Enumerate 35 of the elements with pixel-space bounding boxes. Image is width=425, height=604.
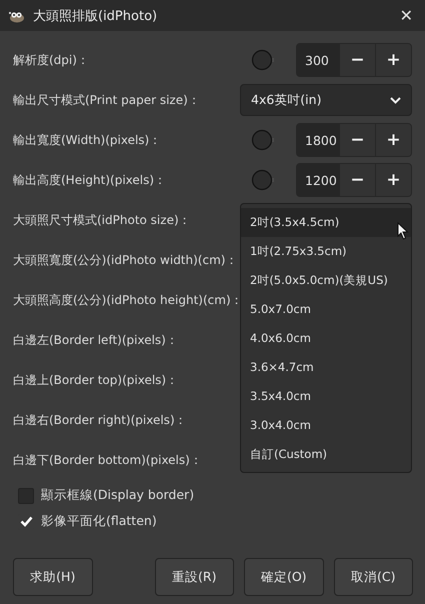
menu-item[interactable]: 2吋(5.0x5.0cm)(美規US): [241, 266, 411, 295]
checkbox[interactable]: [18, 488, 34, 504]
field-label: 白邊右(Border right)(pixels)：: [13, 412, 187, 428]
link-toggle-icon[interactable]: [251, 169, 275, 191]
dialog-button[interactable]: 重設(R): [154, 558, 234, 596]
paper-size-dropdown[interactable]: 4x6英吋(in): [240, 84, 412, 116]
menu-item[interactable]: 自訂(Custom): [241, 440, 411, 469]
field-label: 大頭照尺寸模式(idPhoto size)：: [13, 212, 191, 228]
checkbox-label: 影像平面化(flatten): [41, 513, 157, 530]
menu-item[interactable]: 2吋(3.5x4.5cm): [241, 208, 411, 237]
field-label: 輸出高度(Height)(pixels)：: [13, 172, 166, 188]
link-toggle-icon[interactable]: [251, 129, 275, 151]
menu-item[interactable]: 3.5x4.0cm: [241, 382, 411, 411]
checkbox-label: 顯示框線(Display border): [41, 487, 194, 504]
menu-item[interactable]: 4.0x6.0cm: [241, 324, 411, 353]
menu-item[interactable]: 3.0x4.0cm: [241, 411, 411, 440]
dialog-button[interactable]: 取消(C): [334, 558, 413, 596]
field-label: 大頭照高度(公分)(idPhoto height)(cm)：: [13, 292, 243, 308]
menu-item[interactable]: 3.6×4.7cm: [241, 353, 411, 382]
field-label: 白邊上(Border top)(pixels)：: [13, 372, 178, 388]
close-button[interactable]: ✕: [396, 6, 417, 25]
mouse-pointer-icon: [397, 222, 409, 240]
menu-item[interactable]: 1吋(2.75x3.5cm): [241, 237, 411, 266]
field-label: 輸出寬度(Width)(pixels)：: [13, 132, 162, 148]
field-label: 大頭照寬度(公分)(idPhoto width)(cm)：: [13, 252, 238, 268]
field-label: 解析度(dpi)：: [13, 52, 89, 68]
menu-item[interactable]: 5.0x7.0cm: [241, 295, 411, 324]
field-label: 輸出尺寸模式(Print paper size)：: [13, 92, 200, 108]
dialog-button[interactable]: 求助(H): [13, 558, 92, 596]
chevron-down-icon: [390, 96, 401, 104]
window-title: 大頭照排版(idPhoto): [33, 8, 158, 24]
field-label: 白邊下(Border bottom)(pixels)：: [13, 452, 202, 468]
link-toggle-icon[interactable]: [251, 49, 275, 71]
dialog-button[interactable]: 確定(O): [244, 558, 324, 596]
field-label: 白邊左(Border left)(pixels)：: [13, 332, 178, 348]
